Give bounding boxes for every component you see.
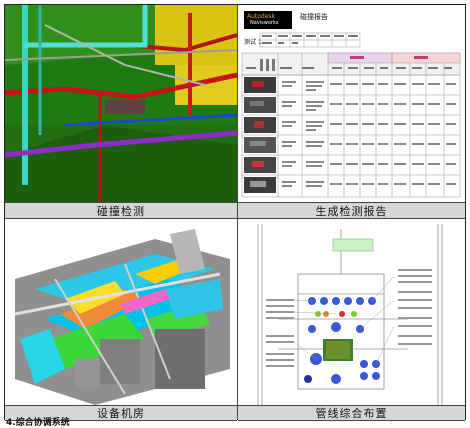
column-divider (237, 5, 238, 419)
report-table (241, 32, 461, 198)
equipment-room-image (5, 219, 237, 405)
caption-text: 生成检测报告 (315, 205, 388, 218)
clash-detection-panel (5, 5, 237, 202)
report-document: Autodesk Navisworks 碰撞报告 测试 1 (238, 5, 465, 202)
caption-pipeline-layout: 管线综合布置 (238, 405, 465, 421)
clash-detection-image (5, 5, 237, 202)
row-divider (5, 218, 465, 219)
caption-text: 碰撞检测 (97, 205, 145, 218)
caption-text: 管线综合布置 (315, 407, 388, 420)
caption-text: 设备机房 (97, 407, 145, 420)
pipeline-layout-image (238, 219, 465, 405)
pipeline-layout-panel (238, 219, 465, 405)
report-panel: Autodesk Navisworks 碰撞报告 测试 1 (238, 5, 465, 202)
equipment-room-panel (5, 219, 237, 405)
footer-note: 4.综合协调系统 (6, 418, 70, 428)
figure-grid: 碰撞检测 Autodesk Navisworks 碰撞报告 测试 1 生成检测报… (4, 4, 466, 421)
